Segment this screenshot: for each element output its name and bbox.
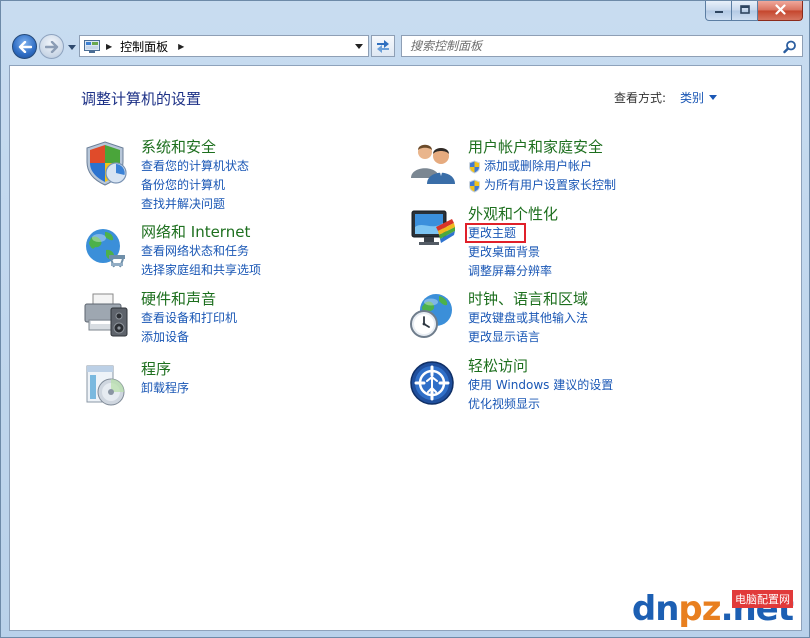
- address-history-dropdown[interactable]: [352, 39, 366, 53]
- back-button[interactable]: [12, 34, 37, 59]
- search-input[interactable]: [410, 39, 770, 53]
- link-homegroup-sharing[interactable]: 选择家庭组和共享选项: [141, 261, 261, 280]
- link-optimize-visual-display[interactable]: 优化视频显示: [468, 395, 613, 414]
- category-appearance: 外观和个性化 更改主题 更改桌面背景 调整屏幕分辨率: [408, 205, 558, 281]
- user-accounts-icon[interactable]: [408, 138, 458, 188]
- link-troubleshoot[interactable]: 查找并解决问题: [141, 195, 249, 214]
- link-change-desktop-background[interactable]: 更改桌面背景: [468, 243, 558, 262]
- system-security-icon[interactable]: [81, 138, 131, 188]
- close-button[interactable]: [758, 1, 803, 21]
- link-adjust-resolution[interactable]: 调整屏幕分辨率: [468, 262, 558, 281]
- category-body: 系统和安全 查看您的计算机状态 备份您的计算机 查找并解决问题: [141, 138, 249, 214]
- category-body: 网络和 Internet 查看网络状态和任务 选择家庭组和共享选项: [141, 223, 261, 280]
- maximize-icon: [739, 5, 750, 16]
- link-devices-printers[interactable]: 查看设备和打印机: [141, 309, 237, 328]
- category-body: 程序 卸载程序: [141, 360, 189, 410]
- category-title[interactable]: 外观和个性化: [468, 205, 558, 224]
- category-hardware-sound: 硬件和声音 查看设备和打印机 添加设备: [81, 290, 237, 347]
- arrow-left-icon: [18, 40, 32, 53]
- search-icon[interactable]: [783, 39, 797, 54]
- content-pane: 调整计算机的设置 查看方式: 类别 系统和安全 查看您的计算机状态 备份您的计算…: [9, 65, 802, 631]
- category-body: 硬件和声音 查看设备和打印机 添加设备: [141, 290, 237, 347]
- category-system-security: 系统和安全 查看您的计算机状态 备份您的计算机 查找并解决问题: [81, 138, 249, 214]
- breadcrumb-separator-icon[interactable]: ▶: [106, 42, 112, 51]
- link-view-computer-status[interactable]: 查看您的计算机状态: [141, 157, 249, 176]
- address-bar[interactable]: ▶ 控制面板 ▶: [79, 35, 369, 57]
- recent-pages-dropdown[interactable]: [67, 42, 77, 52]
- programs-icon[interactable]: [81, 360, 131, 410]
- chevron-down-icon: [355, 43, 363, 49]
- breadcrumb-control-panel[interactable]: 控制面板: [120, 38, 168, 55]
- caption-buttons: [705, 1, 803, 21]
- view-by-label: 查看方式:: [614, 91, 667, 105]
- navigation-bar: ▶ 控制面板 ▶: [9, 33, 803, 61]
- view-by-value[interactable]: 类别: [680, 89, 704, 106]
- category-body: 外观和个性化 更改主题 更改桌面背景 调整屏幕分辨率: [468, 205, 558, 281]
- category-body: 时钟、语言和区域 更改键盘或其他输入法 更改显示语言: [468, 290, 588, 347]
- link-uninstall-program[interactable]: 卸载程序: [141, 379, 189, 398]
- refresh-button[interactable]: [371, 35, 395, 57]
- forward-button[interactable]: [39, 34, 64, 59]
- category-user-accounts: 用户帐户和家庭安全 添加或删除用户帐户 为所有用户设置家长控制: [408, 138, 616, 195]
- link-view-network-status[interactable]: 查看网络状态和任务: [141, 242, 261, 261]
- clock-language-icon[interactable]: [408, 290, 458, 340]
- breadcrumb-separator-icon[interactable]: ▶: [178, 42, 184, 51]
- control-panel-window: ▶ 控制面板 ▶ 调整计算机的设置 查看方式: 类别: [0, 0, 810, 638]
- chevron-down-icon[interactable]: [709, 95, 718, 100]
- link-label[interactable]: 为所有用户设置家长控制: [484, 176, 616, 195]
- category-title[interactable]: 硬件和声音: [141, 290, 237, 309]
- highlight-box: [465, 223, 526, 243]
- watermark-logo-b: pz: [678, 589, 721, 629]
- link-label[interactable]: 添加或删除用户帐户: [484, 157, 592, 176]
- uac-shield-icon: [469, 160, 480, 173]
- refresh-icon: [377, 40, 389, 53]
- network-internet-icon[interactable]: [81, 223, 131, 273]
- category-title[interactable]: 系统和安全: [141, 138, 249, 157]
- category-body: 轻松访问 使用 Windows 建议的设置 优化视频显示: [468, 357, 613, 414]
- arrow-right-icon: [44, 40, 58, 53]
- view-by-dropdown[interactable]: 类别: [680, 89, 718, 106]
- category-title[interactable]: 网络和 Internet: [141, 223, 261, 242]
- link-add-device[interactable]: 添加设备: [141, 328, 237, 347]
- hardware-sound-icon[interactable]: [81, 290, 131, 340]
- category-title[interactable]: 轻松访问: [468, 357, 613, 376]
- category-title[interactable]: 用户帐户和家庭安全: [468, 138, 616, 157]
- close-icon: [774, 3, 786, 18]
- link-parental-controls[interactable]: 为所有用户设置家长控制: [468, 176, 616, 195]
- link-change-keyboard-input[interactable]: 更改键盘或其他输入法: [468, 309, 588, 328]
- maximize-button[interactable]: [732, 1, 758, 21]
- link-windows-recommended-settings[interactable]: 使用 Windows 建议的设置: [468, 376, 613, 395]
- site-watermark: dnpz.net 电脑配置网: [631, 589, 794, 629]
- category-title[interactable]: 时钟、语言和区域: [468, 290, 588, 309]
- category-body: 用户帐户和家庭安全 添加或删除用户帐户 为所有用户设置家长控制: [468, 138, 616, 195]
- minimize-button[interactable]: [705, 1, 732, 21]
- category-title[interactable]: 程序: [141, 360, 189, 379]
- watermark-tag: 电脑配置网: [732, 590, 793, 608]
- title-bar[interactable]: [1, 1, 809, 29]
- minimize-icon: [714, 5, 724, 16]
- chevron-down-icon: [68, 44, 76, 50]
- link-add-remove-accounts[interactable]: 添加或删除用户帐户: [468, 157, 616, 176]
- category-clock-language: 时钟、语言和区域 更改键盘或其他输入法 更改显示语言: [408, 290, 588, 347]
- watermark-logo-a: dn: [631, 589, 680, 629]
- control-panel-icon: [84, 39, 100, 53]
- link-change-display-language[interactable]: 更改显示语言: [468, 328, 588, 347]
- category-programs: 程序 卸载程序: [81, 360, 189, 410]
- uac-shield-icon: [469, 179, 480, 192]
- category-network-internet: 网络和 Internet 查看网络状态和任务 选择家庭组和共享选项: [81, 223, 261, 280]
- page-title: 调整计算机的设置: [81, 90, 202, 108]
- search-box: [401, 35, 803, 57]
- appearance-icon[interactable]: [408, 205, 458, 255]
- category-ease-of-access: 轻松访问 使用 Windows 建议的设置 优化视频显示: [408, 357, 613, 414]
- link-backup-computer[interactable]: 备份您的计算机: [141, 176, 249, 195]
- ease-of-access-icon[interactable]: [408, 357, 458, 407]
